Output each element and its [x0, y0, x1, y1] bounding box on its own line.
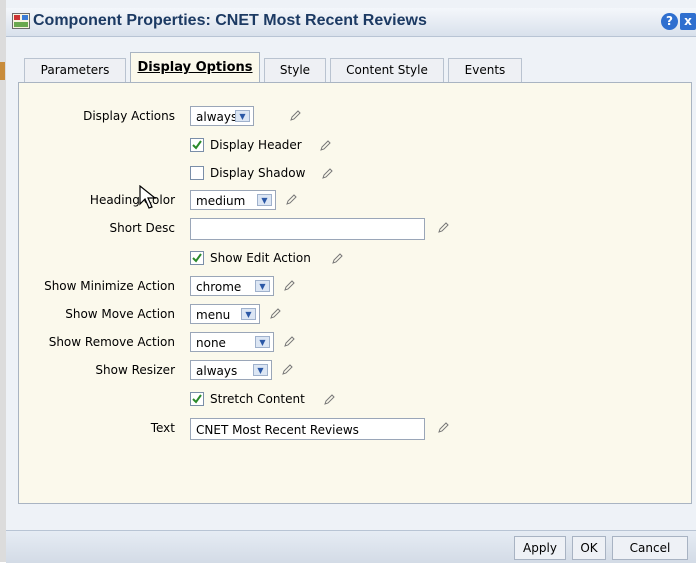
mouse-cursor-icon	[139, 185, 157, 209]
pencil-icon[interactable]	[321, 168, 333, 180]
show-minimize-action-select[interactable]: chrome ▼	[190, 276, 274, 296]
chevron-down-icon: ▼	[255, 336, 270, 348]
help-icon[interactable]: ?	[661, 13, 678, 30]
text-row: Text CNET Most Recent Reviews	[19, 417, 691, 441]
component-properties-dialog: Component Properties: CNET Most Recent R…	[6, 0, 696, 563]
cancel-button[interactable]: Cancel	[612, 536, 688, 560]
chevron-down-icon: ▼	[241, 308, 256, 320]
show-remove-action-label: Show Remove Action	[48, 335, 175, 349]
dialog-footer: Apply OK Cancel	[6, 530, 696, 563]
tab-bar: Parameters Display Options Style Content…	[18, 52, 688, 83]
pencil-icon[interactable]	[437, 422, 449, 434]
show-resizer-value: always	[196, 364, 238, 378]
show-edit-action-checkbox[interactable]	[190, 251, 204, 265]
show-resizer-label: Show Resizer	[95, 363, 175, 377]
display-shadow-checkbox[interactable]	[190, 166, 204, 180]
heading-color-value: medium	[196, 194, 246, 208]
stretch-content-row: Stretch Content	[19, 389, 691, 413]
display-options-panel: Display Actions always ▼ Display Header …	[18, 82, 692, 504]
show-resizer-row: Show Resizer always ▼	[19, 359, 691, 383]
dialog-title: Component Properties: CNET Most Recent R…	[33, 12, 427, 29]
pencil-icon[interactable]	[289, 110, 301, 122]
display-header-label: Display Header	[210, 138, 302, 152]
stretch-content-checkbox[interactable]	[190, 392, 204, 406]
display-header-row: Display Header	[19, 135, 691, 159]
show-resizer-select[interactable]: always ▼	[190, 360, 272, 380]
show-move-action-value: menu	[196, 308, 231, 322]
checkmark-icon	[192, 140, 202, 150]
checkmark-icon	[192, 253, 202, 263]
show-edit-action-label: Show Edit Action	[210, 251, 311, 265]
display-actions-row: Display Actions always ▼	[19, 105, 691, 129]
heading-color-select[interactable]: medium ▼	[190, 190, 276, 210]
show-move-action-row: Show Move Action menu ▼	[19, 303, 691, 327]
apply-button[interactable]: Apply	[514, 536, 566, 560]
display-actions-select[interactable]: always ▼	[190, 106, 254, 126]
short-desc-input[interactable]	[190, 218, 425, 240]
text-value: CNET Most Recent Reviews	[196, 423, 359, 437]
pencil-icon[interactable]	[323, 394, 335, 406]
heading-color-row: Heading Color medium ▼	[19, 189, 691, 213]
pencil-icon[interactable]	[283, 336, 295, 348]
display-actions-value: always	[196, 110, 238, 124]
display-header-checkbox[interactable]	[190, 138, 204, 152]
chevron-down-icon: ▼	[257, 194, 272, 206]
tab-display-options-label: Display Options	[137, 60, 253, 75]
show-minimize-action-value: chrome	[196, 280, 242, 294]
show-minimize-action-row: Show Minimize Action chrome ▼	[19, 275, 691, 299]
background-marker	[0, 62, 5, 80]
show-remove-action-select[interactable]: none ▼	[190, 332, 274, 352]
pencil-icon[interactable]	[283, 280, 295, 292]
component-icon	[12, 13, 30, 29]
checkmark-icon	[192, 394, 202, 404]
pencil-icon[interactable]	[285, 194, 297, 206]
display-shadow-row: Display Shadow	[19, 163, 691, 187]
short-desc-row: Short Desc	[19, 217, 691, 241]
close-icon[interactable]: x	[680, 13, 696, 30]
show-remove-action-row: Show Remove Action none ▼	[19, 331, 691, 355]
chevron-down-icon: ▼	[253, 364, 268, 376]
tab-events[interactable]: Events	[448, 58, 522, 83]
tab-display-options[interactable]: Display Options	[130, 52, 260, 83]
display-actions-label: Display Actions	[83, 109, 175, 123]
pencil-icon[interactable]	[281, 364, 293, 376]
show-remove-action-value: none	[196, 336, 226, 350]
show-minimize-action-label: Show Minimize Action	[44, 279, 175, 293]
pencil-icon[interactable]	[331, 253, 343, 265]
tab-style[interactable]: Style	[264, 58, 326, 83]
chevron-down-icon: ▼	[235, 110, 250, 122]
text-label: Text	[150, 421, 175, 435]
display-shadow-label: Display Shadow	[210, 166, 306, 180]
stretch-content-label: Stretch Content	[210, 392, 305, 406]
pencil-icon[interactable]	[269, 308, 281, 320]
chevron-down-icon: ▼	[255, 280, 270, 292]
heading-color-label: Heading Color	[89, 193, 175, 207]
ok-button[interactable]: OK	[572, 536, 606, 560]
tab-parameters[interactable]: Parameters	[24, 58, 126, 83]
show-move-action-label: Show Move Action	[65, 307, 175, 321]
short-desc-label: Short Desc	[109, 221, 176, 235]
tab-content-style[interactable]: Content Style	[330, 58, 444, 83]
title-bar: Component Properties: CNET Most Recent R…	[6, 8, 696, 37]
show-move-action-select[interactable]: menu ▼	[190, 304, 260, 324]
pencil-icon[interactable]	[437, 222, 449, 234]
show-edit-action-row: Show Edit Action	[19, 248, 691, 272]
pencil-icon[interactable]	[319, 140, 331, 152]
text-input[interactable]: CNET Most Recent Reviews	[190, 418, 425, 440]
